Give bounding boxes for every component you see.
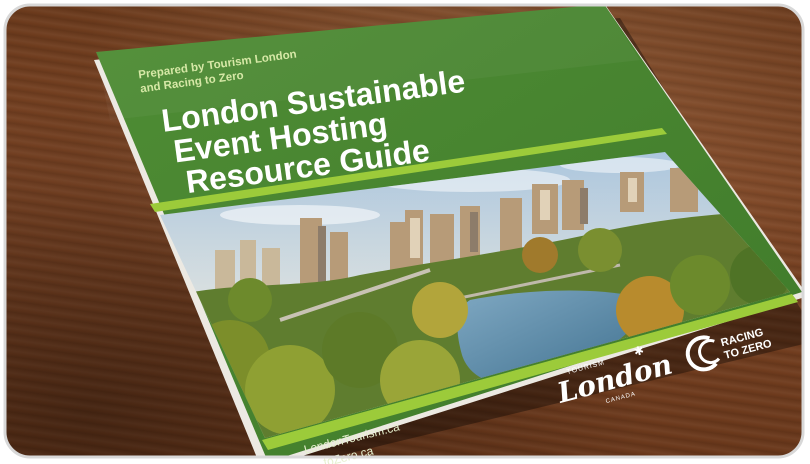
brochure-artwork: Prepared by Tourism London and Racing to… [3,3,805,464]
brochure: Prepared by Tourism London and Racing to… [0,0,810,464]
